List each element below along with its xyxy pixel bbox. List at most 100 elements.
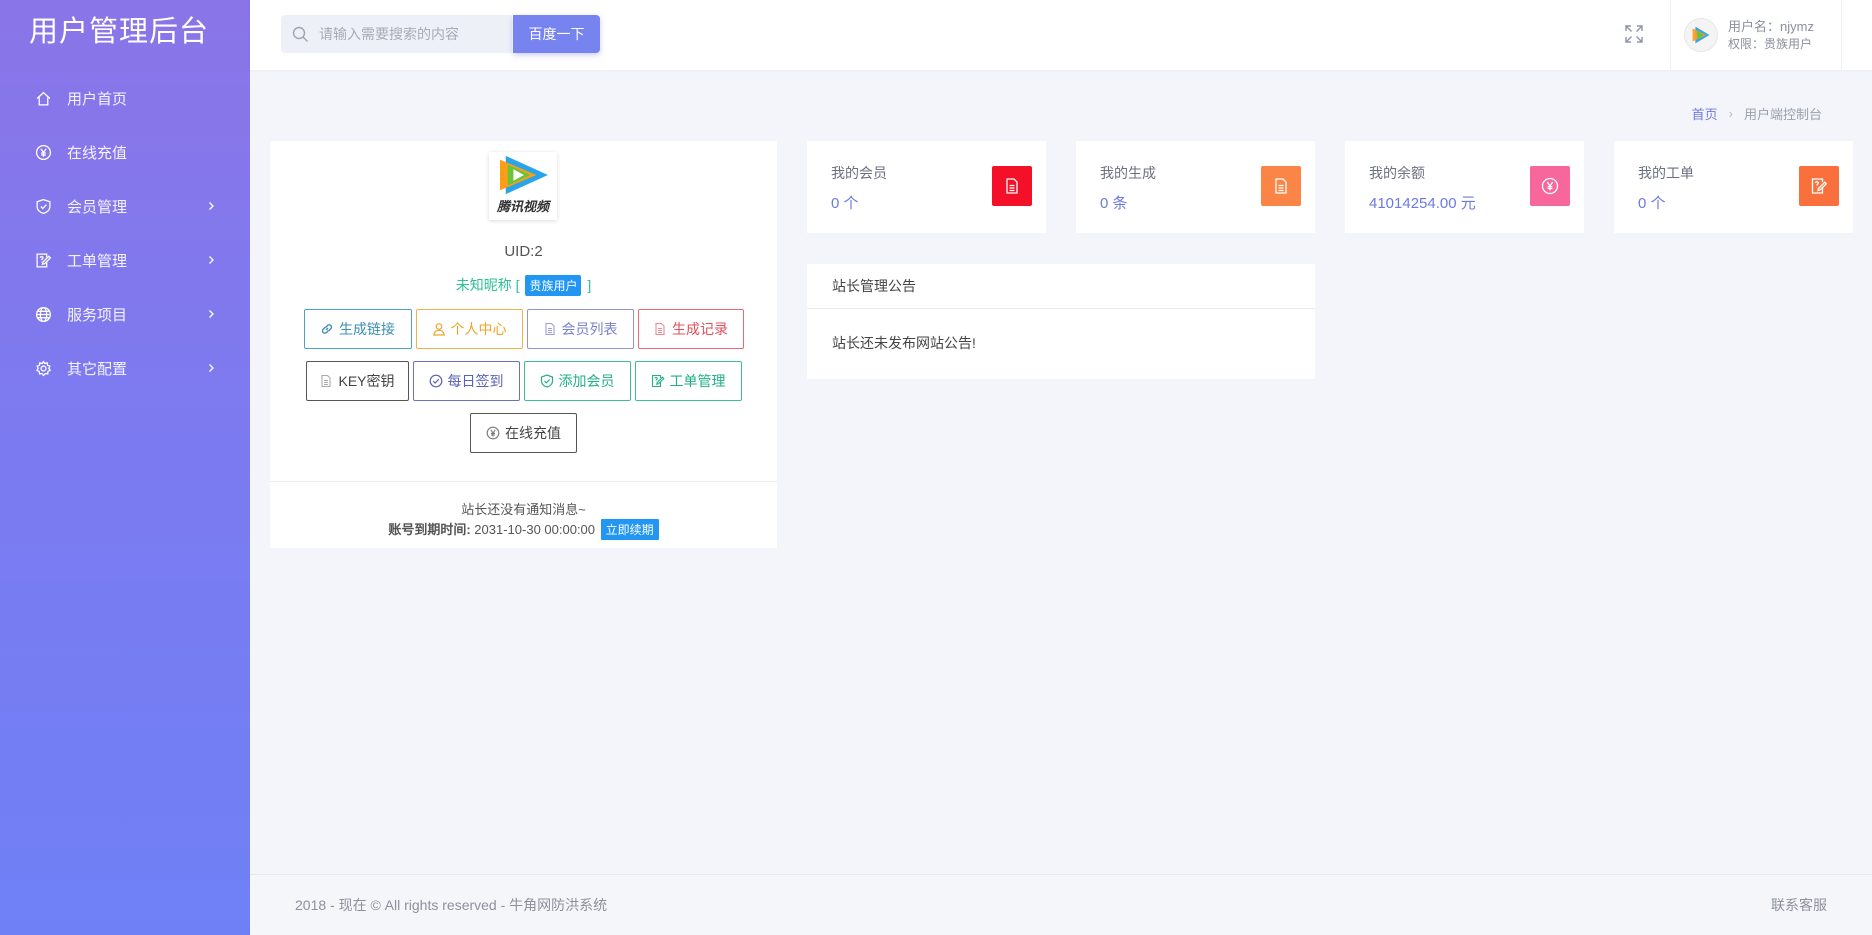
stat-value: 0 个	[831, 195, 859, 212]
contact-service-link[interactable]: 联系客服	[1771, 895, 1827, 915]
sidebar-item-recharge[interactable]: 在线充值	[0, 125, 250, 179]
breadcrumb-separator-icon: ›	[1728, 106, 1733, 121]
user-role: 权限：贵族用户	[1728, 37, 1813, 51]
sidebar-item-label: 其它配置	[67, 360, 128, 378]
top-header: 百度一下 用户名：njymz 权限：贵族用户	[250, 0, 1872, 70]
document-icon	[319, 374, 333, 388]
brand-title: 用户管理后台	[29, 16, 210, 48]
home-icon	[35, 90, 52, 107]
user-menu[interactable]: 用户名：njymz 权限：贵族用户	[1670, 0, 1842, 70]
app-logo: 腾讯视频	[489, 152, 557, 220]
link-icon	[320, 322, 334, 336]
sidebar-item-members[interactable]: 会员管理	[0, 179, 250, 233]
copyright-text: 2018 - 现在 © All rights reserved - 牛角网防洪系…	[295, 897, 608, 913]
key-secret-label: KEY密钥	[338, 373, 395, 389]
sidebar: 用户管理后台 用户首页 在线充值 会员管理 工单管理 服务项目 其它配置	[0, 0, 250, 935]
document-icon	[1261, 166, 1301, 206]
generation-records-button[interactable]: 生成记录	[637, 309, 744, 349]
action-row-2: KEY密钥 每日签到 添加会员 工单管理	[270, 361, 777, 401]
sidebar-item-settings[interactable]: 其它配置	[0, 341, 250, 395]
action-row-1: 生成链接 个人中心 会员列表 生成记录	[270, 309, 777, 349]
action-row-3: 在线充值	[270, 413, 777, 453]
stat-value: 0 条	[1100, 195, 1128, 212]
expire-label: 账号到期时间:	[388, 522, 471, 537]
stat-title: 我的工单	[1638, 165, 1694, 181]
user-uid: UID:2	[504, 243, 543, 260]
gear-icon	[35, 360, 52, 377]
ticket-management-button[interactable]: 工单管理	[634, 361, 742, 401]
sidebar-item-label: 用户首页	[67, 90, 128, 108]
search-input[interactable]	[319, 26, 509, 42]
generation-records-label: 生成记录	[672, 321, 728, 337]
logo-text: 腾讯视频	[496, 199, 549, 214]
user-info: 用户名：njymz 权限：贵族用户	[1728, 18, 1814, 52]
nickname-line: 未知昵称 [ 贵族用户 ]	[270, 275, 777, 296]
sidebar-item-label: 服务项目	[67, 306, 128, 324]
document-icon	[653, 322, 667, 336]
daily-checkin-button[interactable]: 每日签到	[412, 361, 520, 401]
add-member-label: 添加会员	[558, 373, 615, 389]
sidebar-item-label: 会员管理	[67, 198, 128, 216]
stat-card-tickets[interactable]: 我的工单 0 个	[1614, 141, 1853, 233]
ticket-edit-icon	[1799, 166, 1839, 206]
stat-card-members[interactable]: 我的会员 0 个	[807, 141, 1046, 233]
divider	[270, 481, 777, 482]
ticket-edit-icon	[651, 374, 665, 388]
announcement-body: 站长还未发布网站公告!	[832, 335, 976, 351]
footer: 2018 - 现在 © All rights reserved - 牛角网防洪系…	[250, 874, 1872, 935]
online-recharge-label: 在线充值	[505, 425, 561, 441]
announcement-title: 站长管理公告	[807, 264, 1315, 309]
shield-icon	[35, 198, 52, 215]
chevron-right-icon	[206, 255, 216, 265]
yuan-icon	[35, 144, 52, 161]
chevron-right-icon	[206, 201, 216, 211]
add-member-button[interactable]: 添加会员	[523, 361, 631, 401]
stat-value: 41014254.00 元	[1369, 195, 1476, 212]
sidebar-item-services[interactable]: 服务项目	[0, 287, 250, 341]
chevron-right-icon	[206, 363, 216, 373]
renew-button[interactable]: 立即续期	[600, 519, 659, 540]
stat-title: 我的生成	[1100, 165, 1156, 181]
generate-link-button[interactable]: 生成链接	[303, 309, 412, 349]
yuan-icon	[1530, 166, 1570, 206]
key-secret-button[interactable]: KEY密钥	[305, 361, 409, 401]
document-icon	[543, 322, 557, 336]
nickname-suffix: ]	[587, 277, 592, 293]
search-icon	[292, 26, 309, 43]
member-list-label: 会员列表	[561, 321, 618, 337]
online-recharge-button[interactable]: 在线充值	[470, 413, 577, 453]
ticket-edit-icon	[35, 252, 52, 269]
breadcrumb-home[interactable]: 首页	[1692, 104, 1718, 123]
stat-card-generations[interactable]: 我的生成 0 条	[1076, 141, 1315, 233]
check-circle-icon	[429, 374, 443, 388]
document-icon	[992, 166, 1032, 206]
personal-center-button[interactable]: 个人中心	[415, 309, 523, 349]
profile-card: 腾讯视频 UID:2 未知昵称 [ 贵族用户 ] 生成链接 个人中心 会员列表	[270, 141, 777, 548]
sidebar-item-label: 工单管理	[67, 252, 128, 270]
sidebar-menu: 用户首页 在线充值 会员管理 工单管理 服务项目 其它配置	[0, 71, 250, 395]
sidebar-item-home[interactable]: 用户首页	[0, 71, 250, 125]
fullscreen-icon[interactable]	[1624, 24, 1644, 44]
ticket-management-label: 工单管理	[669, 373, 726, 389]
search-box	[281, 15, 512, 53]
search-button[interactable]: 百度一下	[513, 15, 600, 53]
user-name: 用户名：njymz	[1728, 19, 1814, 34]
chevron-right-icon	[206, 309, 216, 319]
announcement-panel: 站长管理公告 站长还未发布网站公告!	[807, 264, 1315, 379]
generate-link-label: 生成链接	[339, 321, 395, 337]
expire-value: 2031-10-30 00:00:00	[474, 522, 596, 537]
stat-card-balance[interactable]: 我的余额 41014254.00 元	[1345, 141, 1584, 233]
yuan-icon	[486, 426, 500, 440]
sidebar-item-tickets[interactable]: 工单管理	[0, 233, 250, 287]
daily-checkin-label: 每日签到	[447, 373, 504, 389]
user-icon	[432, 322, 446, 336]
personal-center-label: 个人中心	[450, 321, 507, 337]
breadcrumb-current: 用户端控制台	[1743, 107, 1822, 122]
notice-message: 站长还没有通知消息~	[461, 502, 586, 517]
globe-icon	[35, 306, 52, 323]
avatar	[1684, 18, 1718, 52]
sidebar-item-label: 在线充值	[67, 144, 128, 162]
member-list-button[interactable]: 会员列表	[526, 309, 634, 349]
shield-check-icon	[540, 374, 554, 388]
stat-value: 0 个	[1638, 195, 1666, 212]
